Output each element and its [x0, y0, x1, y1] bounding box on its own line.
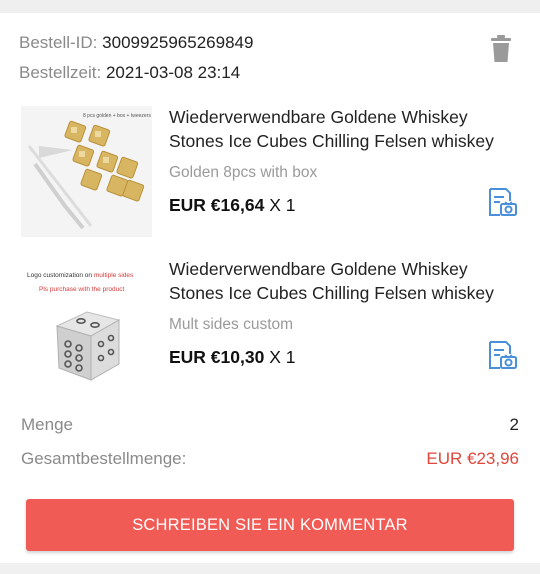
- quantity-value: 2: [509, 415, 519, 434]
- total-label: Gesamtbestellmenge:: [21, 449, 187, 468]
- product-qty: X 1: [269, 195, 296, 215]
- thumb-caption-1a: Logo customization on: [27, 272, 94, 279]
- product-title[interactable]: Wiederverwendbare Goldene Whiskey Stones…: [169, 257, 521, 305]
- product-price-row: EUR €16,64 X 1: [169, 195, 296, 216]
- order-time-value: 2021-03-08 23:14: [105, 63, 241, 82]
- write-comment-button[interactable]: SCHREIBEN SIE EIN KOMMENTAR: [26, 499, 514, 551]
- top-divider: [0, 0, 540, 13]
- order-id-value: 3009925965269849: [102, 33, 254, 52]
- product-thumbnail[interactable]: Logo customization on multiple sides Pls…: [21, 258, 152, 389]
- order-id-label: Bestell-ID:: [19, 33, 98, 52]
- product-price: EUR €16,64: [169, 195, 265, 215]
- quantity-label: Menge: [21, 415, 73, 434]
- product-qty: X 1: [269, 347, 296, 367]
- thumb-caption-1b: multiple sides: [94, 272, 134, 279]
- product-variant: Golden 8pcs with box: [169, 164, 318, 181]
- order-card: Bestell-ID: 3009925965269849 Bestellzeit…: [0, 13, 540, 563]
- order-time-row: Bestellzeit: 2021-03-08 23:14: [19, 63, 240, 83]
- photo-review-icon[interactable]: [486, 186, 518, 218]
- product-price-row: EUR €10,30 X 1: [169, 347, 296, 368]
- product-variant: Mult sides custom: [169, 316, 294, 333]
- trash-icon[interactable]: [489, 35, 513, 63]
- order-item[interactable]: 8 pcs golden + box + tweezers Wiederverw…: [0, 106, 540, 246]
- order-item[interactable]: Logo customization on multiple sides Pls…: [0, 258, 540, 398]
- product-thumbnail[interactable]: 8 pcs golden + box + tweezers: [21, 106, 152, 237]
- photo-review-icon[interactable]: [486, 339, 518, 371]
- product-price: EUR €10,30: [169, 347, 265, 367]
- thumb-caption: 8 pcs golden + box + tweezers: [83, 113, 151, 119]
- svg-text:Logo customization on multiple: Logo customization on multiple sides: [27, 272, 134, 279]
- total-value: EUR €23,96: [426, 449, 519, 468]
- thumb-caption-2: Pls purchase with the product: [39, 286, 124, 293]
- order-time-label: Bestellzeit:: [19, 63, 102, 82]
- order-id-row: Bestell-ID: 3009925965269849: [19, 33, 253, 53]
- product-title[interactable]: Wiederverwendbare Goldene Whiskey Stones…: [169, 105, 521, 153]
